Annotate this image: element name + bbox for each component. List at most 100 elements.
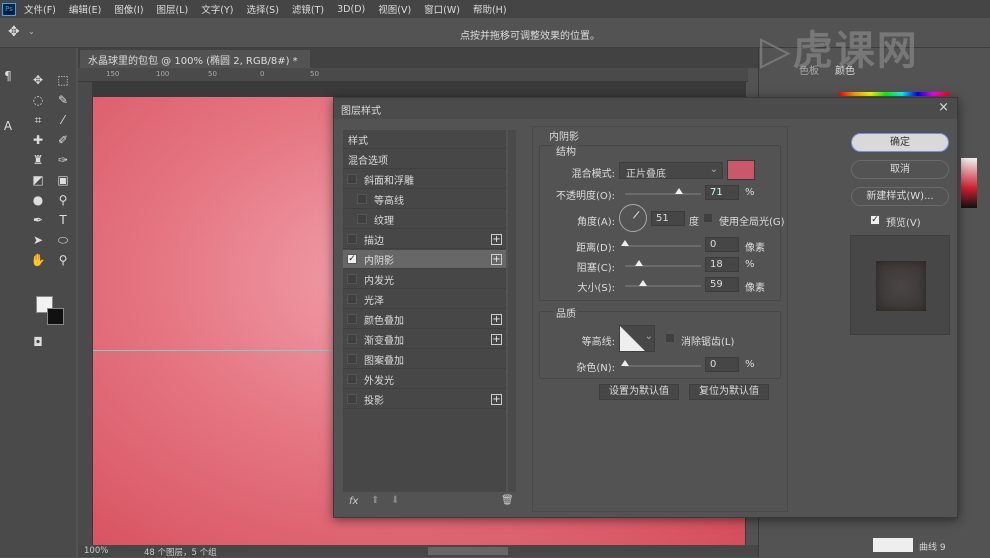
menu-type[interactable]: 文字(Y) [201,2,233,16]
style-item[interactable]: 投影 + [343,390,506,409]
style-checkbox[interactable] [357,214,367,224]
distance-input[interactable]: 0 [705,237,739,252]
style-checkbox[interactable] [347,374,357,384]
dodge-icon[interactable]: ⚲ [55,192,71,208]
quick-mask-icon[interactable]: ◘ [30,334,46,350]
cancel-button[interactable]: 取消 [851,160,949,179]
guide-line[interactable] [93,350,343,351]
choke-slider[interactable] [625,260,701,267]
style-item[interactable]: 外发光 [343,370,506,389]
zoom-icon[interactable]: ⚲ [55,252,71,268]
document-tab[interactable]: 水晶球里的包包 @ 100% (椭圆 2, RGB/8#) * × [80,50,310,78]
move-down-icon[interactable]: ⬇ [391,495,399,506]
add-icon[interactable]: + [491,253,502,265]
style-checkbox[interactable] [347,354,357,364]
styles-scrollbar[interactable] [508,130,516,492]
eyedropper-icon[interactable]: ⁄ [55,112,71,128]
horizontal-scrollbar[interactable] [428,547,508,555]
lasso-icon[interactable]: ◌ [30,92,46,108]
close-icon[interactable]: × [938,100,949,115]
slider-thumb[interactable] [621,360,629,366]
add-icon[interactable]: + [491,313,502,325]
menu-layer[interactable]: 图层(L) [157,2,189,16]
slider-thumb[interactable] [621,240,629,246]
trash-icon[interactable]: 🗑 [501,495,514,506]
healing-icon[interactable]: ✚ [30,132,46,148]
global-light-checkbox[interactable] [703,213,713,223]
quick-select-icon[interactable]: ✎ [55,92,71,108]
menu-select[interactable]: 选择(S) [246,2,278,16]
path-select-icon[interactable]: ➤ [30,232,46,248]
layer-name[interactable]: 曲线 9 [919,540,946,553]
style-checkbox[interactable] [347,294,357,304]
opacity-slider[interactable] [625,188,701,195]
styles-header[interactable]: 样式 [343,130,506,149]
reset-default-button[interactable]: 复位为默认值 [689,384,769,400]
menu-view[interactable]: 视图(V) [378,2,411,16]
preview-checkbox[interactable]: ✓ [870,215,880,225]
add-icon[interactable]: + [491,233,502,245]
menu-filter[interactable]: 滤镜(T) [292,2,324,16]
blur-icon[interactable]: ● [30,192,46,208]
gradient-icon[interactable]: ▣ [55,172,71,188]
background-color[interactable] [47,308,64,325]
style-item[interactable]: 渐变叠加 + [343,330,506,349]
dialog-title-bar[interactable]: 图层样式 [334,98,957,119]
brush-icon[interactable]: ✐ [55,132,71,148]
style-item[interactable]: 等高线 [343,190,506,209]
style-item[interactable]: 描边 + [343,230,506,249]
shadow-color-swatch[interactable] [727,160,755,180]
add-icon[interactable]: + [491,333,502,345]
move-tool-icon[interactable]: ✥ [8,24,20,40]
type-icon[interactable]: T [55,212,71,228]
pen-icon[interactable]: ✒ [30,212,46,228]
color-spectrum[interactable] [839,92,949,96]
size-slider[interactable] [625,280,701,287]
slider-thumb[interactable] [674,188,683,194]
hand-icon[interactable]: ✋ [30,252,46,268]
history-brush-icon[interactable]: ✑ [55,152,71,168]
style-item[interactable]: ✓ 内阴影 + [343,250,506,269]
menu-file[interactable]: 文件(F) [24,2,56,16]
angle-dial[interactable] [619,204,647,232]
menu-3d[interactable]: 3D(D) [337,4,365,15]
style-item[interactable]: 图案叠加 [343,350,506,369]
style-checkbox[interactable] [347,314,357,324]
noise-input[interactable]: 0 [705,357,739,372]
style-item[interactable]: 内发光 [343,270,506,289]
style-item[interactable]: 光泽 [343,290,506,309]
stamp-icon[interactable]: ♜ [30,152,46,168]
style-item[interactable]: 颜色叠加 + [343,310,506,329]
choke-input[interactable]: 18 [705,257,739,272]
ok-button[interactable]: 确定 [851,133,949,152]
paragraph-icon[interactable]: ¶ [0,68,16,84]
style-checkbox[interactable] [347,274,357,284]
style-checkbox[interactable]: ✓ [347,254,357,264]
crop-icon[interactable]: ⌗ [30,112,46,128]
contour-picker[interactable]: ⌄ [619,325,655,352]
style-checkbox[interactable] [347,174,357,184]
style-checkbox[interactable] [347,234,357,244]
fx-icon[interactable]: fx [349,496,358,507]
add-icon[interactable]: + [491,393,502,405]
menu-window[interactable]: 窗口(W) [424,2,460,16]
menu-image[interactable]: 图像(I) [114,2,143,16]
style-item[interactable]: 斜面和浮雕 [343,170,506,189]
chevron-down-icon[interactable]: ⌄ [28,27,35,36]
noise-slider[interactable] [621,360,701,367]
eraser-icon[interactable]: ◩ [30,172,46,188]
color-ramp[interactable] [961,158,977,208]
style-checkbox[interactable] [347,334,357,344]
set-default-button[interactable]: 设置为默认值 [599,384,679,400]
opacity-input[interactable]: 71 [705,185,739,200]
blend-mode-select[interactable]: 正片叠底 ⌄ [619,162,723,180]
move-up-icon[interactable]: ⬆ [371,495,379,506]
blend-options-item[interactable]: 混合选项 [343,150,506,169]
size-input[interactable]: 59 [705,277,739,292]
marquee-icon[interactable]: ⬚ [55,72,71,88]
character-icon[interactable]: A [0,118,16,134]
distance-slider[interactable] [621,240,701,247]
zoom-level[interactable]: 100% [84,546,108,556]
ellipse-icon[interactable]: ⬭ [55,232,71,248]
style-item[interactable]: 纹理 [343,210,506,229]
